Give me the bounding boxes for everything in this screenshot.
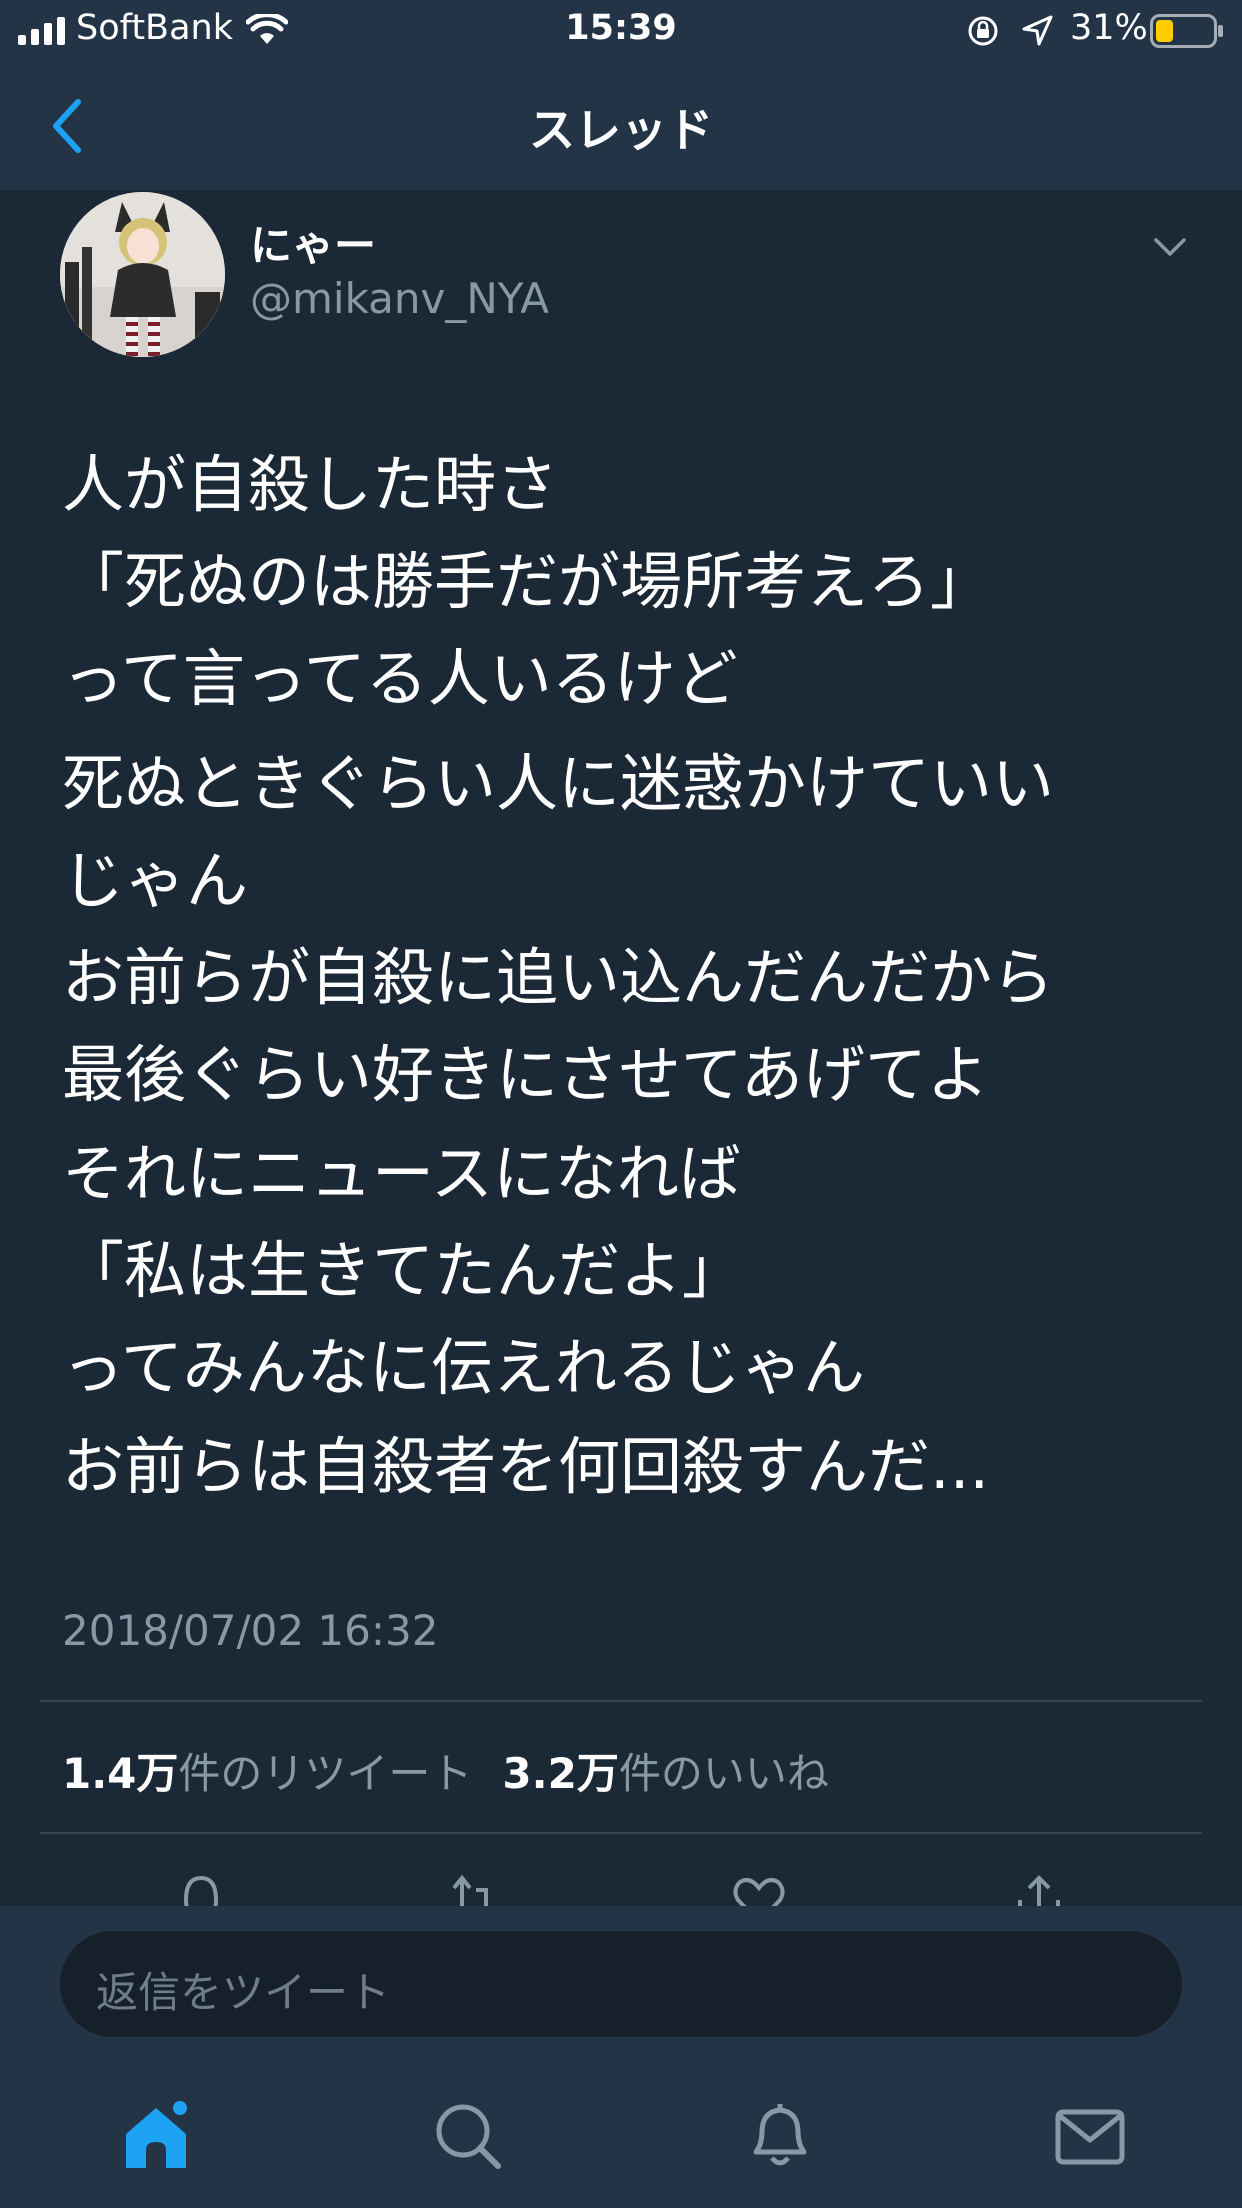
- user-name[interactable]: にゃー: [250, 212, 376, 273]
- tweet-paragraph: お前らは自殺者を何回殺すんだ...: [62, 1430, 990, 1503]
- retweet-stat[interactable]: 1.4万件のリツイート: [62, 1749, 472, 1798]
- like-stat[interactable]: 3.2万件のいいね: [502, 1749, 828, 1798]
- location-icon: [1022, 15, 1053, 46]
- home-icon[interactable]: [116, 2096, 196, 2176]
- retweet-count: 1.4万: [62, 1749, 179, 1798]
- tweet-stats: 1.4万件のリツイート 3.2万件のいいね: [62, 1740, 829, 1801]
- reply-icon[interactable]: [170, 1870, 232, 1906]
- divider: [40, 1832, 1202, 1834]
- battery-percent: 31%: [1070, 8, 1148, 48]
- battery-icon: [1150, 14, 1223, 48]
- tweet-paragraph: それにニュースになれば 「私は生きてたんだよ」 ってみんなに伝えれるじゃん: [62, 1137, 865, 1404]
- share-icon[interactable]: [1008, 1870, 1070, 1906]
- like-label: 件のいいね: [618, 1749, 829, 1798]
- top-bar: SoftBank 15:39 31% スレッド: [0, 0, 1242, 190]
- tweet-paragraph: 人が自殺した時さ 「死ぬのは勝手だが場所考えろ」 って言ってる人いるけど: [62, 448, 993, 715]
- retweet-label: 件のリツイート: [178, 1749, 473, 1798]
- tweet-paragraph: 死ぬときぐらい人に迷惑かけていい じゃん お前らが自殺に追い込んだんだから 最後…: [62, 747, 1055, 1111]
- notifications-icon[interactable]: [740, 2096, 820, 2176]
- avatar-image: [60, 192, 225, 357]
- like-icon[interactable]: [728, 1870, 790, 1906]
- avatar[interactable]: [60, 192, 225, 357]
- retweet-icon[interactable]: [442, 1870, 504, 1906]
- like-count: 3.2万: [502, 1749, 619, 1798]
- search-icon[interactable]: [428, 2096, 508, 2176]
- reply-input[interactable]: 返信をツイート: [60, 1931, 1182, 2037]
- user-handle[interactable]: @mikanv_NYA: [250, 274, 549, 323]
- reply-placeholder: 返信をツイート: [96, 1968, 391, 2017]
- page-title: スレッド: [529, 103, 713, 157]
- divider: [40, 1700, 1202, 1702]
- rotation-lock-icon: [968, 16, 998, 46]
- tweet-timestamp: 2018/07/02 16:32: [62, 1606, 439, 1655]
- navigation-bar: スレッド: [0, 62, 1242, 190]
- status-bar: SoftBank 15:39 31%: [0, 0, 1242, 62]
- thread-screen: SoftBank 15:39 31% スレッド にゃー @mikanv_NYA …: [0, 0, 1242, 2208]
- status-time: 15:39: [565, 8, 677, 48]
- tweet-text: 人が自殺した時さ 「死ぬのは勝手だが場所考えろ」 って言ってる人いるけど 死ぬと…: [62, 436, 1182, 1515]
- tweet-actions: [0, 1866, 1242, 1906]
- chevron-down-icon[interactable]: [1150, 232, 1190, 262]
- messages-icon[interactable]: [1050, 2096, 1130, 2176]
